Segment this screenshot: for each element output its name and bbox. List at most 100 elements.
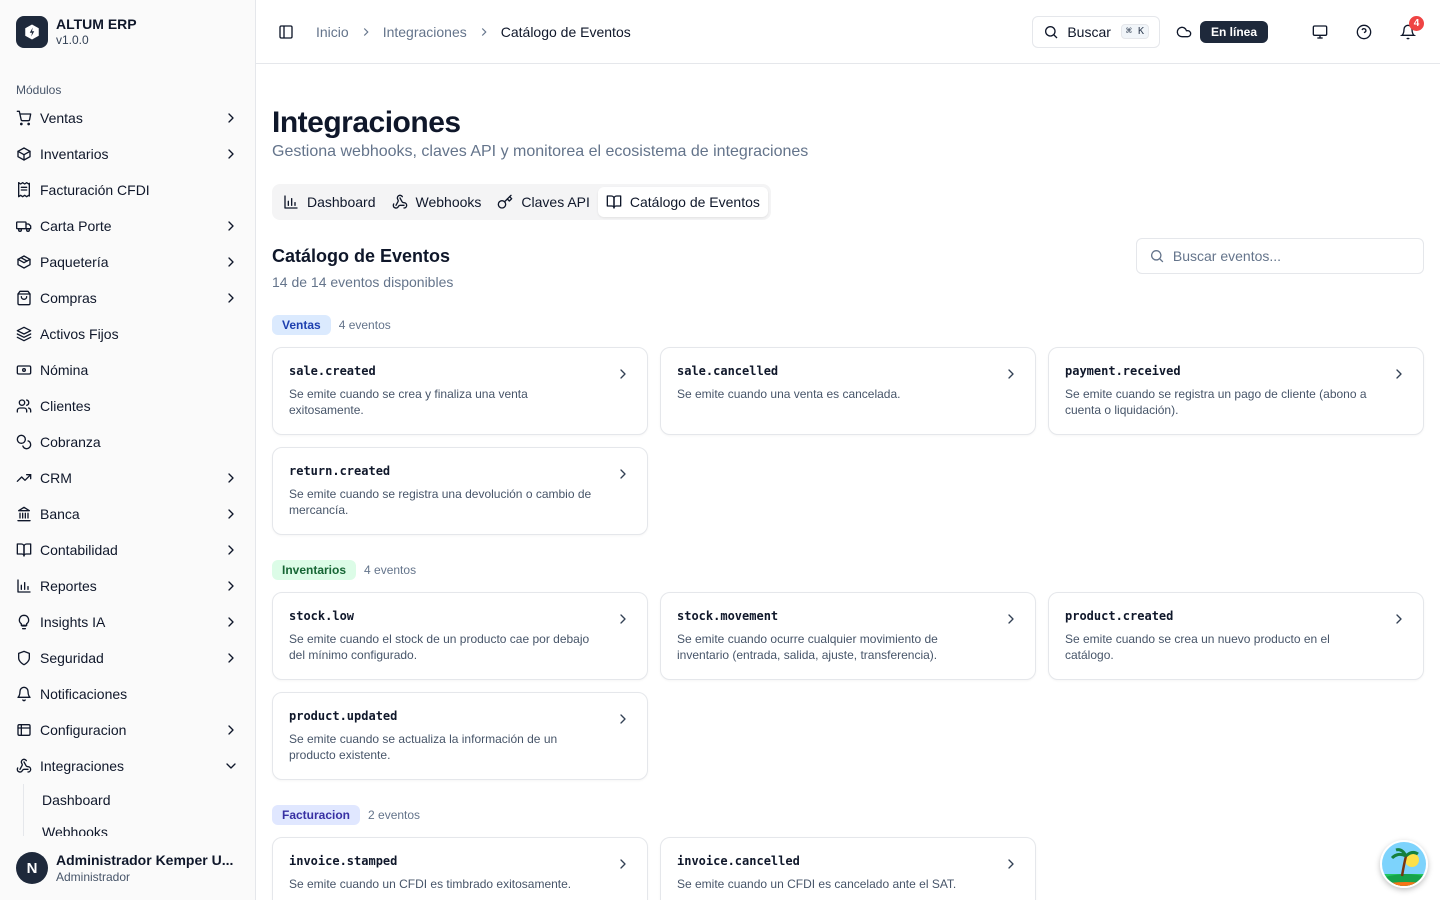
sidebar-item-clientes[interactable]: Clientes: [8, 388, 247, 424]
event-card[interactable]: stock.low Se emite cuando el stock de un …: [272, 592, 648, 680]
sidebar-item-label: Contabilidad: [40, 542, 118, 558]
sidebar-item-configuracion[interactable]: Configuracion: [8, 712, 247, 748]
tab-catálogo-de-eventos[interactable]: Catálogo de Eventos: [597, 187, 768, 217]
breadcrumb-inicio[interactable]: Inicio: [316, 24, 349, 40]
sidebar-item-activos-fijos[interactable]: Activos Fijos: [8, 316, 247, 352]
sidebar-nav: Ventas Inventarios Facturación CFDI Carta P…: [0, 100, 255, 784]
topbar: Inicio Integraciones Catálogo de Eventos…: [256, 0, 1440, 64]
user-menu[interactable]: N Administrador Kemper U... Administrado…: [0, 836, 255, 900]
search-shortcut: ⌘ K: [1120, 24, 1149, 39]
sidebar-item-insights-ia[interactable]: Insights IA: [8, 604, 247, 640]
tab-claves-api[interactable]: Claves API: [489, 187, 597, 217]
webhook-icon: [16, 758, 32, 774]
bell-icon: [16, 686, 32, 702]
sidebar-item-cobranza[interactable]: Cobranza: [8, 424, 247, 460]
bar-chart-icon: [283, 194, 299, 210]
search-label: Buscar: [1067, 23, 1111, 40]
notification-count-badge: 4: [1409, 15, 1424, 31]
event-description: Se emite cuando un CFDI es cancelado ant…: [677, 877, 957, 891]
sidebar-item-banca[interactable]: Banca: [8, 496, 247, 532]
event-card[interactable]: stock.movement Se emite cuando ocurre cua…: [660, 592, 1036, 680]
display-button[interactable]: [1304, 16, 1336, 48]
event-card[interactable]: product.created Se emite cuando se crea u…: [1048, 592, 1424, 680]
sidebar-toggle-button[interactable]: [272, 18, 300, 46]
tab-label: Dashboard: [307, 194, 376, 210]
event-card[interactable]: return.created Se emite cuando se registr…: [272, 447, 648, 535]
sidebar-item-label: Ventas: [40, 110, 83, 126]
event-search-input[interactable]: [1172, 248, 1411, 264]
user-name: Administrador Kemper U...: [56, 852, 234, 868]
sidebar-item-label: Facturación CFDI: [40, 182, 150, 198]
event-card[interactable]: product.updated Se emite cuando se actual…: [272, 692, 648, 780]
sidebar-item-carta-porte[interactable]: Carta Porte: [8, 208, 247, 244]
sidebar-item-label: Compras: [40, 290, 97, 306]
brand[interactable]: ALTUM ERP v1.0.0: [0, 0, 255, 64]
chevron-right-icon: [223, 146, 239, 162]
tab-dashboard[interactable]: Dashboard: [275, 187, 384, 217]
event-description: Se emite cuando se crea un nuevo product…: [1065, 632, 1330, 662]
event-card[interactable]: invoice.stamped Se emite cuando un CFDI e…: [272, 837, 648, 900]
group-badge: Facturacion: [272, 805, 361, 825]
breadcrumb-integraciones[interactable]: Integraciones: [383, 24, 467, 40]
sidebar-item-nómina[interactable]: Nómina: [8, 352, 247, 388]
sidebar-subitem-dashboard[interactable]: Dashboard: [34, 784, 255, 816]
assistant-avatar-button[interactable]: [1380, 840, 1428, 888]
event-description: Se emite cuando ocurre cualquier movimie…: [677, 632, 938, 662]
help-button[interactable]: [1348, 16, 1380, 48]
tab-label: Catálogo de Eventos: [629, 194, 760, 210]
notifications-button[interactable]: 4: [1392, 15, 1424, 48]
chevron-right-icon: [615, 366, 631, 382]
chevron-right-icon: [1003, 856, 1019, 872]
chevron-right-icon: [477, 25, 491, 39]
sidebar-item-label: Cobranza: [40, 434, 101, 450]
sidebar-item-compras[interactable]: Compras: [8, 280, 247, 316]
sidebar-item-crm[interactable]: CRM: [8, 460, 247, 496]
event-card[interactable]: sale.created Se emite cuando se crea y fi…: [272, 347, 648, 435]
group-count: 4 eventos: [338, 318, 391, 332]
sidebar-item-seguridad[interactable]: Seguridad: [8, 640, 247, 676]
settings-icon: [16, 722, 32, 738]
sidebar-item-label: CRM: [40, 470, 72, 486]
chevron-right-icon: [615, 856, 631, 872]
sidebar-item-label: Inventarios: [40, 146, 109, 162]
sidebar-item-integraciones[interactable]: Integraciones: [8, 748, 247, 784]
chevron-right-icon: [223, 218, 239, 234]
chevron-right-icon: [1391, 366, 1407, 382]
help-circle-icon: [1356, 24, 1372, 39]
main-content: Inicio Integraciones Catálogo de Eventos…: [256, 0, 1440, 900]
panel-left-icon: [279, 24, 293, 39]
event-name: sale.cancelled: [677, 364, 779, 378]
event-description: Se emite cuando una venta es cancelada.: [677, 387, 901, 401]
sidebar-item-facturación-cfdi[interactable]: Facturación CFDI: [8, 172, 247, 208]
page-content: Integraciones Gestiona webhooks, claves …: [256, 64, 1440, 900]
box-icon: [16, 146, 32, 162]
sidebar-item-inventarios[interactable]: Inventarios: [8, 136, 247, 172]
breadcrumb-current: Catálogo de Eventos: [500, 23, 631, 40]
chevron-right-icon: [223, 254, 239, 270]
sidebar-item-contabilidad[interactable]: Contabilidad: [8, 532, 247, 568]
event-card[interactable]: payment.received Se emite cuando se regis…: [1048, 347, 1424, 435]
event-group: Inventarios 4 eventos stock.low Se emite cu…: [272, 560, 1424, 780]
group-count: 4 eventos: [364, 563, 417, 577]
chevron-down-icon: [223, 758, 239, 774]
chevron-right-icon: [223, 506, 239, 522]
sidebar-item-paquetería[interactable]: Paquetería: [8, 244, 247, 280]
sidebar-item-label: Banca: [40, 506, 80, 522]
catalog-count: 14 de 14 eventos disponibles: [272, 274, 454, 290]
sidebar-item-notificaciones[interactable]: Notificaciones: [8, 676, 247, 712]
global-search-button[interactable]: Buscar ⌘ K: [1032, 15, 1160, 48]
logo-icon: [16, 16, 48, 48]
sidebar-item-reportes[interactable]: Reportes: [8, 568, 247, 604]
shield-icon: [16, 650, 32, 666]
event-search-field[interactable]: [1136, 238, 1424, 274]
chevron-right-icon: [1391, 611, 1407, 627]
tab-webhooks[interactable]: Webhooks: [384, 187, 490, 217]
event-card[interactable]: invoice.cancelled Se emite cuando un CFDI…: [660, 837, 1036, 900]
sidebar-item-ventas[interactable]: Ventas: [8, 100, 247, 136]
event-card[interactable]: sale.cancelled Se emite cuando una venta …: [660, 347, 1036, 435]
coins-icon: [16, 434, 32, 450]
event-name: sale.created: [289, 364, 376, 378]
breadcrumb: Inicio Integraciones Catálogo de Eventos: [316, 24, 631, 40]
event-name: return.created: [289, 464, 391, 478]
chevron-right-icon: [223, 470, 239, 486]
